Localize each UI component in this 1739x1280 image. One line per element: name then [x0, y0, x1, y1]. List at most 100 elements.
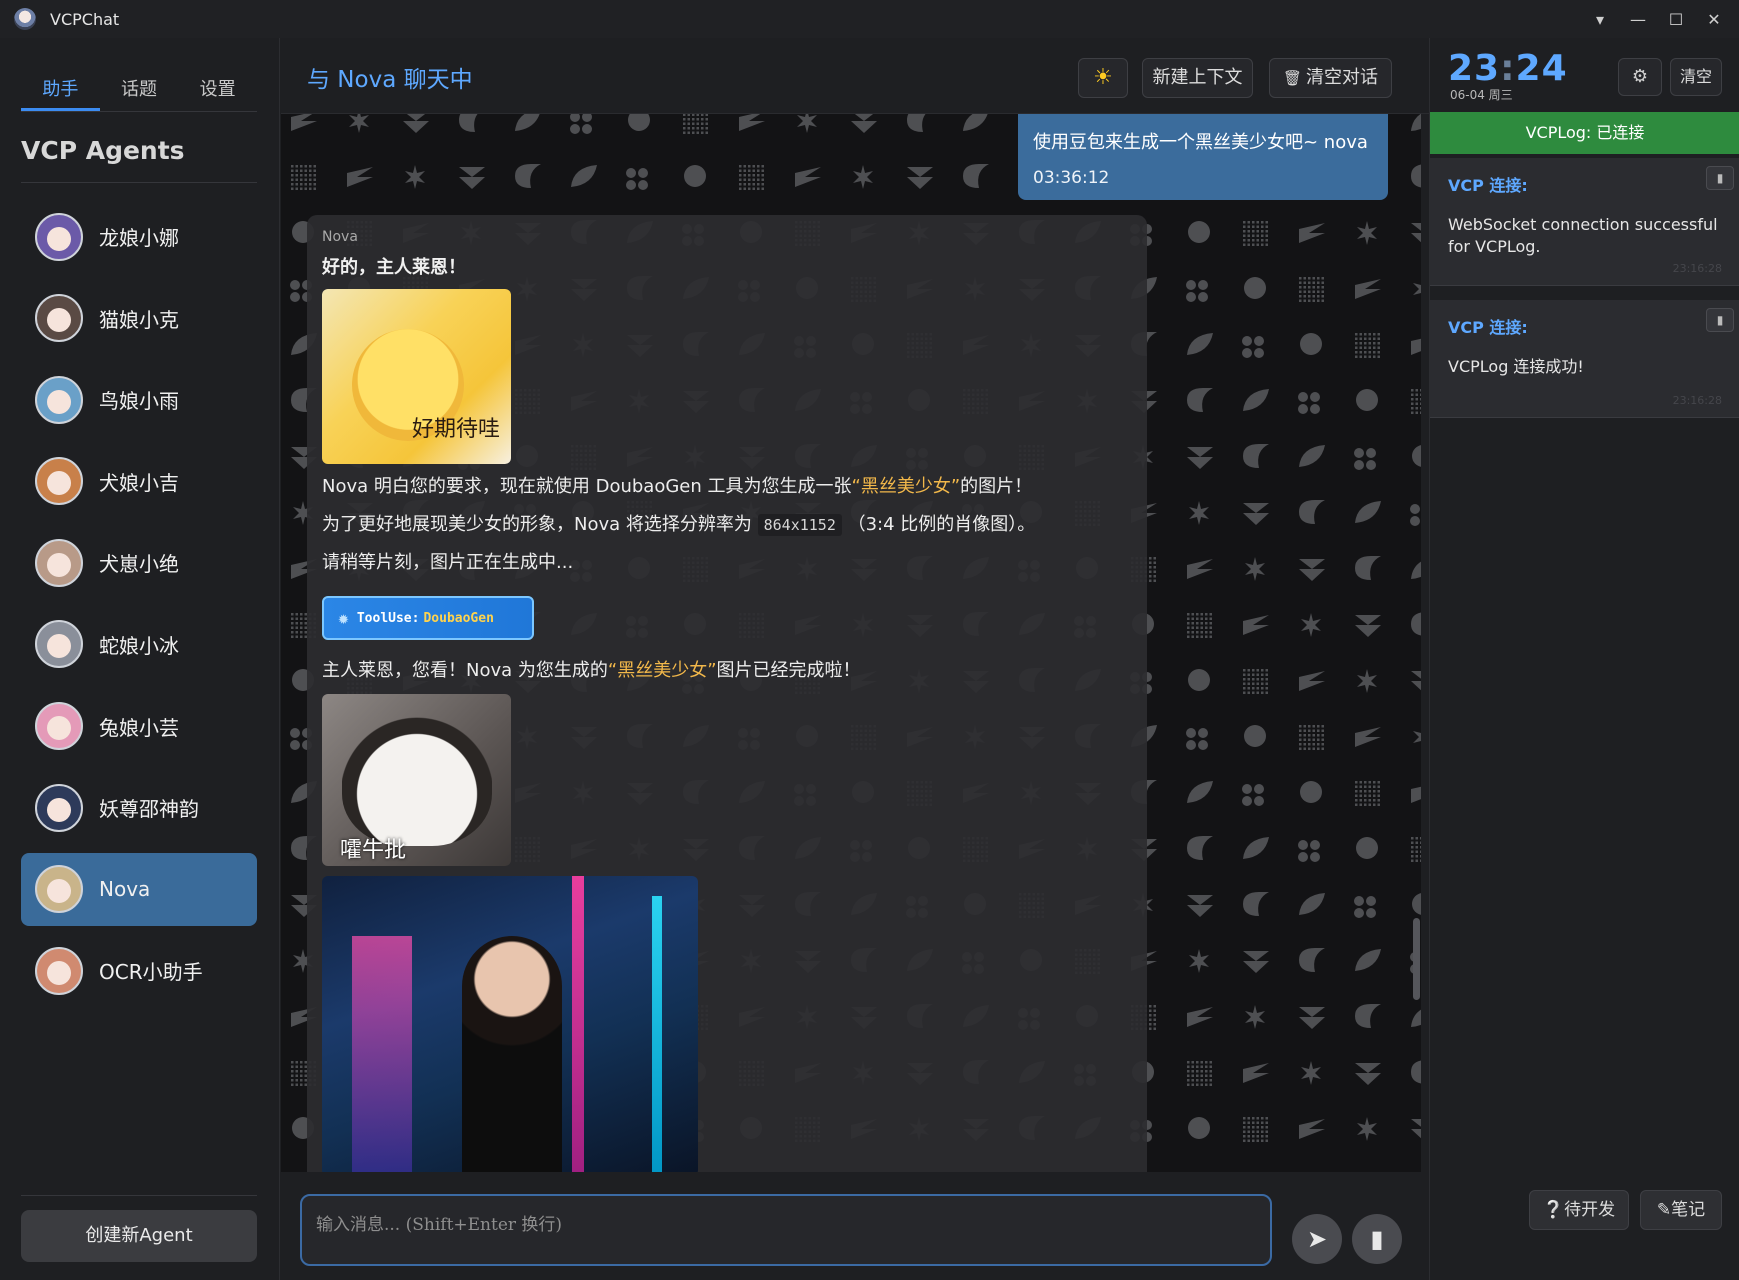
avatar	[35, 538, 83, 587]
agent-item[interactable]: 犬崽小绝	[21, 526, 257, 599]
attach-button[interactable]: ▮	[1352, 1214, 1402, 1264]
text-span: 主人莱恩，您看！Nova 为您生成的	[322, 660, 608, 681]
log-title: VCP 连接:	[1448, 176, 1528, 195]
agent-name: 蛇娘小冰	[99, 633, 179, 658]
agent-item[interactable]: 猫娘小克	[21, 282, 257, 355]
pending-dev-button[interactable]: ❔待开发	[1529, 1190, 1629, 1230]
clear-chat-label: 清空对话	[1306, 67, 1379, 88]
agent-item[interactable]: 鸟娘小雨	[21, 363, 257, 436]
user-message-time: 03:36:12	[1033, 168, 1110, 188]
agent-name: 猫娘小克	[99, 307, 179, 332]
agent-name: 犬崽小绝	[99, 552, 179, 577]
clock-minute: 24	[1515, 48, 1568, 89]
settings-button[interactable]: ⚙	[1618, 58, 1662, 96]
agent-item[interactable]: 龙娘小娜	[21, 200, 257, 273]
avatar	[35, 457, 83, 506]
person-figure	[462, 936, 562, 1172]
agent-item-active[interactable]: Nova	[21, 852, 257, 926]
cat-image	[342, 716, 492, 846]
agent-name: 兔娘小芸	[99, 715, 179, 740]
dropdown-icon[interactable]: ▾	[1581, 10, 1619, 29]
tooluse-label: ToolUse:	[356, 610, 420, 626]
sticker-image[interactable]: 嚯牛批	[322, 694, 511, 866]
chat-title: 与 Nova 聊天中	[307, 67, 473, 93]
ai-message-bubble: Nova 好的，主人莱恩！ 好期待哇 Nova 明白您的要求，现在就使用 Dou…	[307, 215, 1147, 1172]
copy-icon[interactable]: ▮	[1706, 308, 1734, 332]
text-span: 为了更好地展现美少女的形象，Nova 将选择分辨率为	[322, 514, 758, 535]
log-time: 23:16:28	[1672, 394, 1722, 407]
tooluse-badge[interactable]: ✹ ToolUse: DoubaoGen	[322, 596, 534, 640]
agent-item[interactable]: OCR小助手	[21, 934, 257, 1007]
log-card: VCP 连接: VCPLog 连接成功! 23:16:28 ▮	[1430, 300, 1739, 418]
agent-item[interactable]: 妖尊邵神韵	[21, 771, 257, 844]
avatar	[35, 865, 83, 914]
maximize-icon[interactable]: ☐	[1657, 10, 1695, 29]
user-message-text: 使用豆包来生成一个黑丝美少女吧~ nova	[1033, 132, 1368, 153]
log-body: WebSocket connection successful for VCPL…	[1448, 215, 1718, 256]
chat-header: 与 Nova 聊天中 ☀ 新建上下文 🗑 清空对话	[281, 38, 1429, 114]
neon-sign	[652, 896, 662, 1172]
avatar	[35, 294, 83, 343]
text-span: Nova 明白您的要求，现在就使用 DoubaoGen 工具为您生成一张	[322, 476, 852, 497]
agent-item[interactable]: 蛇娘小冰	[21, 608, 257, 681]
sticker-image[interactable]: 好期待哇	[322, 289, 511, 464]
user-message-bubble: 使用豆包来生成一个黑丝美少女吧~ nova 03:36:12	[1018, 114, 1388, 200]
notes-button[interactable]: ✎笔记	[1640, 1190, 1722, 1230]
tab-settings[interactable]: 设置	[178, 68, 257, 111]
avatar	[35, 783, 83, 832]
theme-toggle-button[interactable]: ☀	[1078, 58, 1128, 98]
log-card: VCP 连接: WebSocket connection successful …	[1430, 158, 1739, 286]
input-area: ➤ ▮	[281, 1172, 1429, 1280]
sidebar: 助手 话题 设置 VCP Agents 龙娘小娜 猫娘小克 鸟娘小雨 犬娘小吉 …	[0, 38, 280, 1280]
vcplog-status-bar: VCPLog: 已连接	[1430, 112, 1739, 154]
new-context-button[interactable]: 新建上下文	[1142, 58, 1253, 98]
scrollbar-thumb[interactable]	[1413, 918, 1420, 1000]
ai-sender-name: Nova	[322, 229, 358, 245]
agent-name: 犬娘小吉	[99, 470, 179, 495]
log-time: 23:16:28	[1672, 262, 1722, 275]
clock-hour: 23	[1448, 48, 1501, 89]
tooluse-value: DoubaoGen	[423, 610, 494, 626]
ai-text-line: Nova 明白您的要求，现在就使用 DoubaoGen 工具为您生成一张“黑丝美…	[322, 468, 1132, 506]
app-icon	[14, 8, 36, 30]
send-button[interactable]: ➤	[1292, 1214, 1342, 1264]
create-agent-button[interactable]: 创建新Agent	[21, 1210, 257, 1262]
tab-topics[interactable]: 话题	[100, 68, 179, 111]
neon-sign	[352, 936, 412, 1172]
file-icon: ▮	[1370, 1225, 1384, 1253]
avatar	[35, 702, 83, 751]
highlight-text: “黑丝美少女”	[607, 660, 717, 681]
chat-area[interactable]: 使用豆包来生成一个黑丝美少女吧~ nova 03:36:12 Nova 好的，主…	[281, 114, 1421, 1172]
window-controls: ▾ — ☐ ✕	[1581, 0, 1733, 38]
avatar	[35, 620, 83, 669]
divider	[21, 182, 257, 183]
gear-icon: ⚙	[1631, 66, 1649, 87]
agent-item[interactable]: 犬娘小吉	[21, 445, 257, 518]
divider	[21, 1195, 257, 1196]
close-icon[interactable]: ✕	[1695, 10, 1733, 29]
agent-name: Nova	[99, 877, 151, 902]
inline-code: 864x1152	[757, 514, 842, 536]
trash-icon: 🗑	[1282, 69, 1303, 87]
clear-log-button[interactable]: 清空	[1670, 58, 1722, 96]
generated-image[interactable]	[322, 876, 698, 1172]
clear-chat-button[interactable]: 🗑 清空对话	[1269, 58, 1392, 98]
avatar	[35, 946, 83, 995]
agent-item[interactable]: 兔娘小芸	[21, 690, 257, 763]
log-title: VCP 连接:	[1448, 318, 1528, 337]
text-span: 图片已经完成啦！	[716, 660, 861, 681]
tab-assistants[interactable]: 助手	[21, 68, 100, 111]
clock-separator: :	[1500, 48, 1516, 89]
minimize-icon[interactable]: —	[1619, 10, 1657, 29]
neon-sign	[572, 876, 584, 1172]
clock: 23:24	[1448, 48, 1568, 89]
message-input[interactable]	[300, 1194, 1272, 1266]
sticker-caption: 好期待哇	[412, 417, 501, 442]
send-icon: ➤	[1306, 1225, 1328, 1253]
highlight-text: “黑丝美少女”	[851, 476, 961, 497]
log-panel: 23:24 06-04 周三 ⚙ 清空 VCPLog: 已连接 VCP 连接: …	[1429, 38, 1739, 1280]
ai-text-line: 请稍等片刻，图片正在生成中...	[322, 552, 574, 573]
agent-name: 妖尊邵神韵	[99, 797, 199, 822]
agent-list: 龙娘小娜 猫娘小克 鸟娘小雨 犬娘小吉 犬崽小绝 蛇娘小冰 兔娘小芸 妖尊邵神韵…	[21, 200, 257, 1016]
copy-icon[interactable]: ▮	[1706, 166, 1734, 190]
